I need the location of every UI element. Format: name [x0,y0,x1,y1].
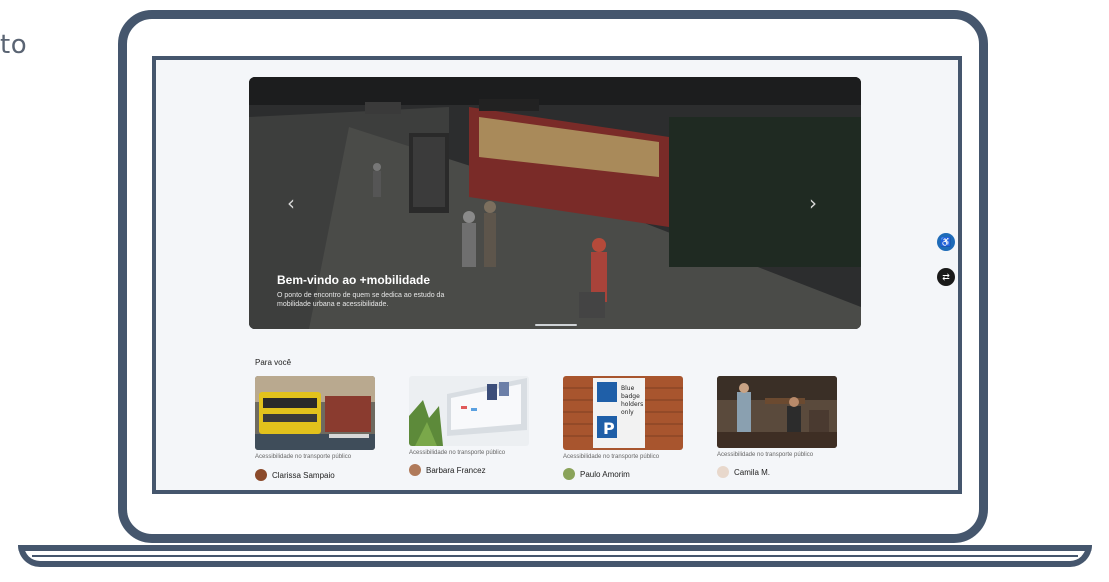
card-category: Acessibilidade no transporte público [717,452,814,458]
hero-subtitle: O ponto de encontro de quem se dedica ao… [277,292,445,308]
hero-title: Bem-vindo ao +mobilidade [277,273,431,287]
card-author[interactable]: Clarissa Sampaio [255,469,395,481]
article-card[interactable]: Acessibilidade no transporte público Cam… [717,376,857,490]
card-thumbnail[interactable] [409,376,529,446]
card-thumbnail[interactable]: P Blue badge holders only [563,376,683,450]
chevron-left-icon[interactable]: ‹ [287,193,295,213]
translate-icon[interactable]: ⇄ [937,268,955,286]
chevron-right-icon[interactable]: › [809,193,817,213]
author-name: Clarissa Sampaio [272,470,335,480]
svg-text:P: P [603,419,615,438]
author-name: Barbara Francez [426,465,486,475]
section-title: Para você [255,358,292,367]
card-category: Acessibilidade no transporte público [255,454,352,460]
avatar [409,464,421,476]
article-card[interactable]: P Blue badge holders only Acessibilidade… [563,376,703,490]
laptop-base [18,545,1092,567]
card-author[interactable]: Camila M. [717,466,857,478]
side-text: to [0,30,28,60]
svg-text:only: only [621,409,634,416]
card-thumbnail[interactable] [717,376,837,448]
avatar [255,469,267,481]
hero-carousel[interactable]: Bem-vindo ao +mobilidade O ponto de enco… [249,77,861,329]
article-card[interactable]: Acessibilidade no transporte público Bar… [409,376,549,490]
svg-text:Blue: Blue [621,385,635,392]
svg-text:holders: holders [621,401,643,408]
screen: Bem-vindo ao +mobilidade O ponto de enco… [152,56,962,494]
card-thumbnail[interactable] [255,376,375,450]
author-name: Camila M. [734,467,771,477]
avatar [563,468,575,480]
accessibility-icon[interactable]: ♿ [937,233,955,251]
author-name: Paulo Amorim [580,469,630,479]
svg-text:badge: badge [621,393,640,400]
article-card[interactable]: Acessibilidade no transporte público Cla… [255,376,395,490]
card-author[interactable]: Paulo Amorim [563,468,703,480]
avatar [717,466,729,478]
card-category: Acessibilidade no transporte público [409,450,506,456]
carousel-indicator[interactable] [535,324,577,326]
card-category: Acessibilidade no transporte público [563,454,660,460]
card-author[interactable]: Barbara Francez [409,464,549,476]
